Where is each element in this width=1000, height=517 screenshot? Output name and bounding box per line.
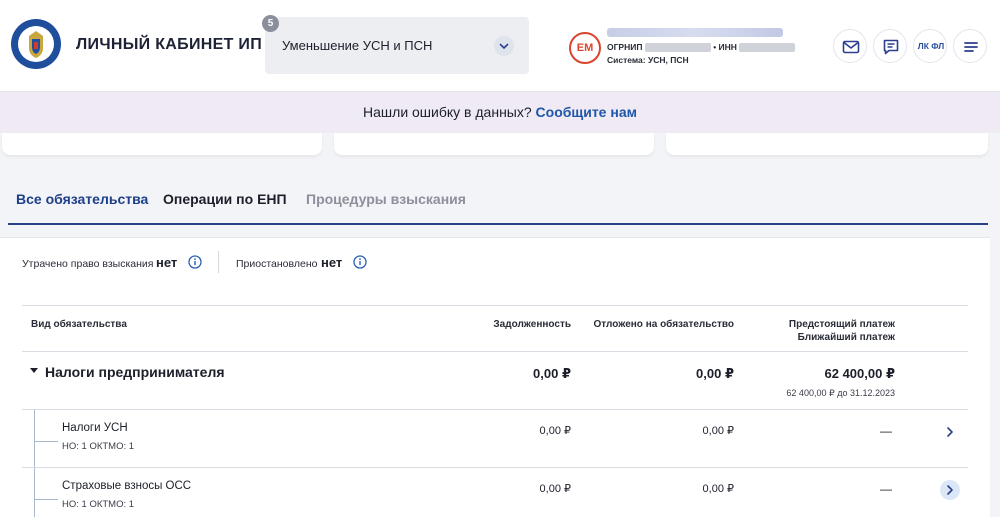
info-icon[interactable] bbox=[188, 255, 202, 269]
error-report-banner: Нашли ошибку в данных? Сообщите нам bbox=[0, 92, 1000, 133]
chevron-right-icon bbox=[947, 427, 953, 437]
ogrnip-label: ОГРНИП bbox=[607, 42, 643, 52]
obligation-name: Страховые взносы ОСС bbox=[62, 480, 192, 492]
mode-select-value[interactable]: Уменьшение УСН и ПСН bbox=[282, 38, 432, 53]
user-ids: ОГРНИП • ИНН bbox=[607, 42, 796, 53]
obligation-upcoming: — bbox=[880, 424, 892, 438]
obligation-debt: 0,00 ₽ bbox=[539, 425, 571, 437]
menu-icon bbox=[964, 42, 978, 52]
col-obligation-type: Вид обязательства bbox=[31, 319, 127, 330]
table-header-row: Вид обязательства Задолженность Отложено… bbox=[22, 305, 968, 352]
obligation-meta: НО: 1 ОКТМО: 1 bbox=[62, 441, 135, 452]
chat-button[interactable] bbox=[873, 29, 907, 63]
tabs-underline bbox=[8, 223, 988, 225]
obligation-group-row[interactable]: Налоги предпринимателя 0,00 ₽ 0,00 ₽ 62 … bbox=[22, 352, 968, 410]
ogrnip-redacted bbox=[644, 43, 711, 53]
summary-card bbox=[666, 133, 988, 155]
error-report-link[interactable]: Сообщите нам bbox=[536, 104, 637, 120]
obligation-debt: 0,00 ₽ bbox=[539, 483, 571, 495]
mode-select-chevron[interactable] bbox=[494, 36, 514, 56]
obligation-deferred: 0,00 ₽ bbox=[702, 483, 734, 495]
tax-system: Система: УСН, ПСН bbox=[607, 55, 689, 65]
chevron-right-icon bbox=[947, 485, 953, 495]
obligation-name: Налоги УСН bbox=[62, 422, 128, 434]
suspended-label: Приостановлено bbox=[236, 258, 318, 270]
obligations-panel: Утрачено право взыскания нет Приостановл… bbox=[0, 237, 990, 517]
lkfl-button[interactable]: ЛК ФЛ bbox=[913, 29, 947, 63]
tab-enp-operations[interactable]: Операции по ЕНП bbox=[163, 191, 287, 207]
group-nearest-payment: 62 400,00 ₽ до 31.12.2023 bbox=[786, 388, 895, 398]
error-report-text: Нашли ошибку в данных? bbox=[363, 104, 532, 120]
mail-button[interactable] bbox=[833, 29, 867, 63]
user-name-redacted bbox=[607, 28, 783, 37]
chevron-down-icon bbox=[499, 43, 509, 49]
suspended-value: нет bbox=[321, 255, 343, 270]
col-debt: Задолженность bbox=[493, 319, 571, 330]
lkfl-label: ЛК ФЛ bbox=[917, 41, 945, 51]
status-divider bbox=[218, 251, 219, 273]
tab-all-obligations[interactable]: Все обязательства bbox=[16, 191, 148, 207]
app-header: ЛИЧНЫЙ КАБИНЕТ ИП 5 Уменьшение УСН и ПСН… bbox=[0, 0, 1000, 92]
summary-card bbox=[334, 133, 654, 155]
fns-logo[interactable] bbox=[10, 14, 62, 74]
info-icon[interactable] bbox=[353, 255, 367, 269]
col-upcoming-payment: Предстоящий платеж bbox=[788, 319, 895, 330]
mode-count-badge: 5 bbox=[262, 15, 279, 32]
col-nearest-payment: Ближайший платеж bbox=[797, 332, 895, 343]
obligation-deferred: 0,00 ₽ bbox=[702, 425, 734, 437]
obligation-row[interactable]: Налоги УСН НО: 1 ОКТМО: 1 0,00 ₽ 0,00 ₽ … bbox=[22, 410, 968, 468]
open-obligation-button[interactable] bbox=[940, 480, 960, 500]
status-row: Утрачено право взыскания нет Приостановл… bbox=[0, 238, 990, 286]
obligation-upcoming: — bbox=[880, 482, 892, 496]
group-name: Налоги предпринимателя bbox=[45, 364, 225, 380]
lost-right-value: нет bbox=[156, 255, 178, 270]
mail-icon bbox=[842, 40, 860, 54]
chat-icon bbox=[883, 39, 899, 55]
tab-recovery-procedures[interactable]: Процедуры взыскания bbox=[306, 191, 466, 207]
inn-redacted bbox=[739, 43, 796, 53]
summary-card bbox=[2, 133, 322, 155]
lost-right-label: Утрачено право взыскания bbox=[22, 258, 154, 270]
col-deferred: Отложено на обязательство bbox=[593, 319, 735, 330]
obligation-meta: НО: 1 ОКТМО: 1 bbox=[62, 499, 135, 510]
group-deferred: 0,00 ₽ bbox=[696, 366, 734, 381]
caret-down-icon[interactable] bbox=[30, 368, 38, 373]
app-title: ЛИЧНЫЙ КАБИНЕТ ИП bbox=[76, 36, 262, 53]
menu-button[interactable] bbox=[953, 29, 987, 63]
inn-label: • ИНН bbox=[713, 42, 737, 52]
open-obligation-button[interactable] bbox=[940, 422, 960, 442]
obligation-row[interactable]: Страховые взносы ОСС НО: 1 ОКТМО: 1 0,00… bbox=[22, 468, 968, 517]
obligations-tabs: Все обязательства Операции по ЕНП Процед… bbox=[0, 175, 1000, 227]
user-avatar[interactable]: ЕМ bbox=[569, 32, 601, 64]
group-upcoming: 62 400,00 ₽ bbox=[824, 366, 896, 381]
summary-cards bbox=[0, 133, 1000, 155]
group-debt: 0,00 ₽ bbox=[533, 366, 571, 381]
